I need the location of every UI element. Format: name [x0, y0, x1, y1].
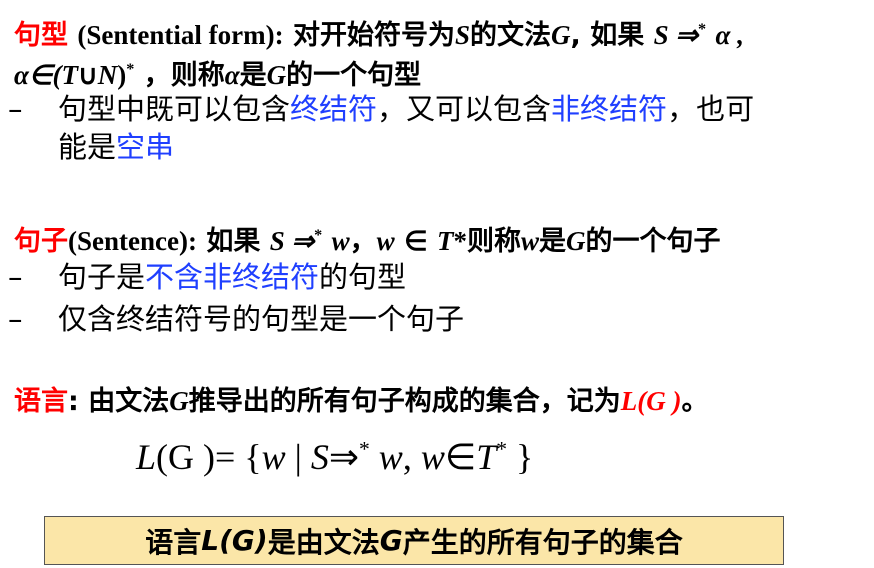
summary-G: G	[379, 524, 403, 557]
bullet-text: 句型中既可以包含	[58, 92, 291, 126]
highlight-terminal: 终结符	[290, 92, 378, 126]
formula-S: S	[310, 437, 329, 477]
def-text: 对开始符号为	[293, 20, 456, 51]
def-text: 是	[539, 226, 567, 257]
summary-L: L(	[201, 524, 232, 557]
period: 。	[681, 386, 709, 417]
def-text: 如果	[206, 226, 261, 257]
symbol-alpha: α	[224, 60, 240, 90]
formula-arrow: ⇒	[328, 437, 359, 477]
language-notation: L(G )	[620, 386, 682, 416]
language-formula: L(G )= {w | S⇒* w, w∈T* }	[136, 436, 533, 478]
summary-paren: )	[254, 524, 268, 557]
summary-text: 是由文法	[267, 525, 380, 559]
star: *	[698, 20, 707, 38]
sentence-definition: 句子(Sentence): 如果 S ⇒* w，w ∈ T*则称w是G的一个句子	[14, 218, 721, 259]
symbol-G: G	[551, 20, 571, 50]
def-text: 的一个句型	[286, 60, 422, 91]
highlight-empty-string: 空串	[116, 130, 175, 164]
symbol-alpha: α ,	[715, 20, 744, 50]
bullet-dash: –	[8, 92, 23, 126]
term-sentence-english: (Sentence):	[68, 226, 197, 256]
symbol-w: w	[376, 226, 395, 256]
sentential-definition-line1: 句型 (Sentential form): 对开始符号为S的文法G, 如果 S …	[14, 12, 744, 53]
term-sentence: 句子	[14, 226, 68, 257]
symbol-G: G	[169, 386, 189, 416]
bullet-dash: –	[8, 260, 23, 294]
bullet-text: ，也可	[667, 92, 755, 126]
bullet-text: 句子是	[58, 260, 146, 294]
formula-w: w	[420, 437, 445, 477]
formula-G: (G )= {	[156, 437, 262, 477]
formula-comma: ,	[402, 437, 421, 477]
highlight-nonterminal: 非终结符	[551, 92, 668, 126]
symbol-w: w	[331, 226, 350, 256]
language-definition: 语言: 由文法G推导出的所有句子构成的集合，记为L(G )。	[14, 384, 708, 419]
star: *	[126, 60, 135, 78]
element-of: ∈	[404, 226, 428, 256]
bullet-dash: –	[8, 302, 23, 336]
def-text: , 如果	[570, 20, 645, 51]
symbol-w: w	[521, 226, 540, 256]
star: *	[314, 226, 323, 244]
summary-text: 语言	[145, 525, 202, 559]
bullet-text: ，又可以包含	[377, 92, 552, 126]
term-language: 语言	[14, 386, 68, 417]
symbol-G: G	[266, 60, 287, 90]
formula-L: L	[136, 437, 157, 477]
formula-w: w	[261, 437, 286, 477]
formula-element-of: ∈	[444, 437, 477, 477]
formula-rbrace: }	[507, 437, 534, 477]
term-sentential-english: (Sentential form):	[77, 20, 284, 50]
def-text: 则称	[467, 226, 522, 257]
bullet-text: 的句型	[319, 260, 407, 294]
def-text: 的一个句子	[585, 226, 721, 257]
formula-star: *	[359, 437, 370, 461]
summary-text: 产生的所有句子的集合	[402, 525, 683, 559]
sentential-definition-line2: α∈(T∪N)* ，则称α是G的一个句型	[14, 52, 421, 93]
paren: )	[117, 60, 127, 90]
symbol-T: T	[437, 226, 454, 256]
summary-box: 语言 L(G) 是由文法 G 产生的所有句子的集合	[44, 516, 784, 565]
bullet-text: 能是	[58, 130, 117, 164]
term-sentential: 句型	[14, 20, 68, 51]
bullet-text: 仅含终结符号的句型是一个句子	[58, 302, 465, 336]
formula-star: *	[496, 437, 508, 461]
symbol-N: N	[97, 60, 118, 90]
alpha-in: α∈(	[14, 60, 62, 90]
symbol-G: G	[566, 226, 586, 256]
summary-G: G	[231, 524, 255, 557]
symbol-T: T	[61, 60, 78, 90]
def-text: 由文法	[78, 386, 170, 417]
derivation: S ⇒	[653, 20, 699, 50]
union: ∪	[77, 60, 98, 90]
def-text: 是	[239, 60, 267, 91]
formula-T: T	[476, 437, 497, 477]
formula-bar: |	[285, 437, 311, 477]
highlight-no-nonterminal: 不含非终结符	[145, 260, 320, 294]
def-text: 推导出的所有句子构成的集合，记为	[188, 386, 621, 417]
def-text: 的文法	[470, 20, 552, 51]
def-text: ，则称	[143, 60, 225, 91]
colon: :	[68, 386, 79, 417]
star: *	[453, 226, 468, 256]
derivation: S ⇒	[269, 226, 315, 256]
comma: ，	[349, 226, 377, 257]
formula-w: w	[369, 437, 403, 477]
symbol-S: S	[455, 20, 471, 50]
